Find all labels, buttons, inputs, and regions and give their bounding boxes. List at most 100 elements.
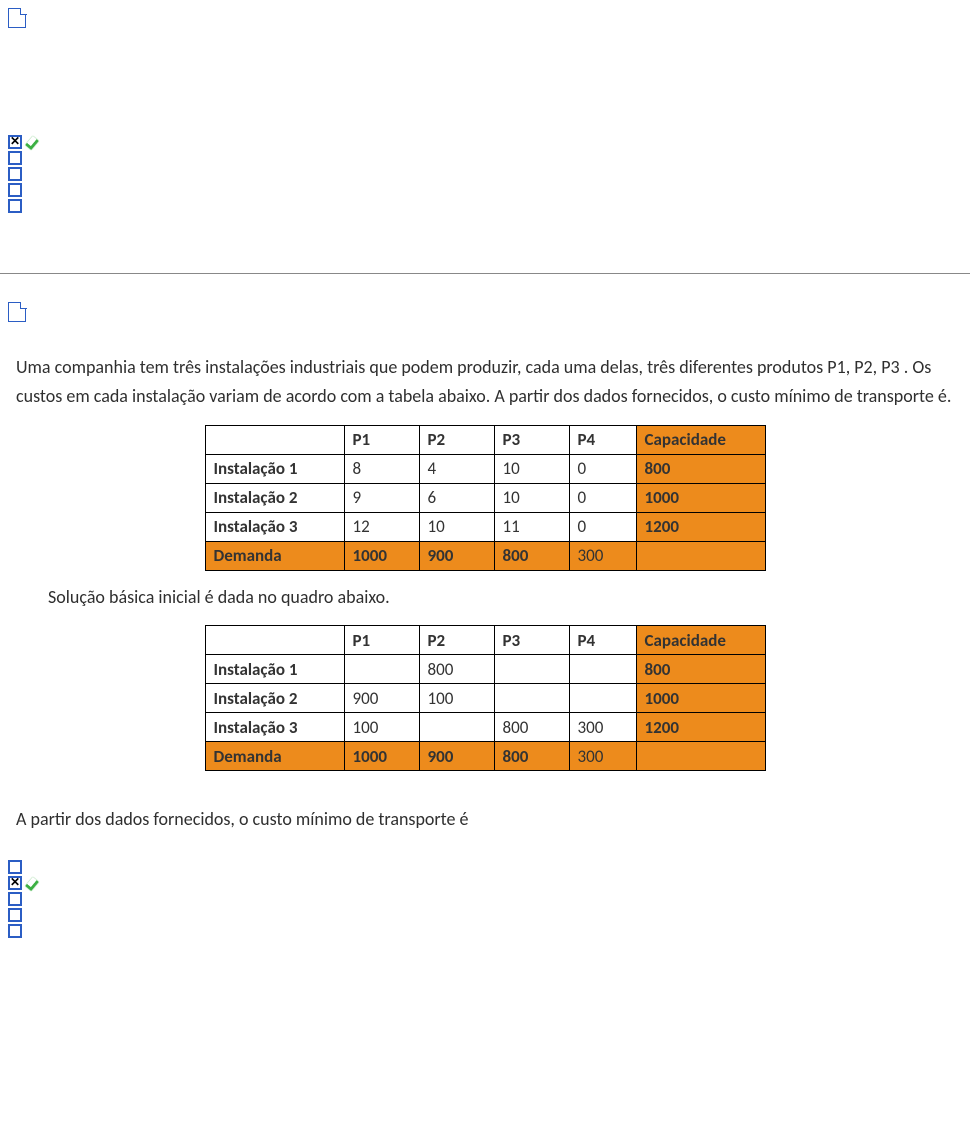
checkbox[interactable] xyxy=(8,892,22,906)
cell xyxy=(569,655,636,684)
cell xyxy=(494,655,569,684)
cell: 300 xyxy=(569,541,636,570)
cell: 4 xyxy=(419,454,494,483)
cell: 100 xyxy=(344,713,419,742)
cell xyxy=(419,713,494,742)
cell-capacity xyxy=(636,541,765,570)
option-row xyxy=(8,183,962,197)
option-row xyxy=(8,908,962,922)
option-row xyxy=(8,199,962,213)
table-row: Instalação 2900100 1000 xyxy=(205,684,765,713)
cell: 10 xyxy=(494,483,569,512)
cell: 100 xyxy=(419,684,494,713)
cell: 900 xyxy=(419,541,494,570)
cell: 10 xyxy=(494,454,569,483)
solution-table: P1P2P3P4CapacidadeInstalação 1800800Inst… xyxy=(205,625,766,771)
question-outro-text: A partir dos dados fornecidos, o custo m… xyxy=(16,805,954,834)
correct-check-icon xyxy=(26,878,40,888)
question-1-block: ✕ xyxy=(8,0,962,213)
demand-row: Demanda1000900800300 xyxy=(205,742,765,771)
th-capacity: Capacidade xyxy=(636,626,765,655)
checkbox[interactable]: ✕ xyxy=(8,876,22,890)
th-p1: P1 xyxy=(344,626,419,655)
cost-table: P1P2P3P4CapacidadeInstalação 184100800In… xyxy=(205,425,766,571)
row-label: Instalação 1 xyxy=(205,655,344,684)
cell: 800 xyxy=(494,541,569,570)
cell: 1000 xyxy=(344,742,419,771)
checkbox[interactable] xyxy=(8,860,22,874)
question-2-block: Uma companhia tem três instalações indus… xyxy=(8,294,962,938)
row-label: Instalação 3 xyxy=(205,512,344,541)
option-row xyxy=(8,860,962,874)
checkbox[interactable]: ✕ xyxy=(8,135,22,149)
cell: 9 xyxy=(344,483,419,512)
option-row: ✕ xyxy=(8,876,962,890)
th-p2: P2 xyxy=(419,425,494,454)
table-row: Instalação 1 800 800 xyxy=(205,655,765,684)
mid-text: Solução básica inicial é dada no quadro … xyxy=(48,583,954,612)
checkbox[interactable] xyxy=(8,167,22,181)
checkbox[interactable] xyxy=(8,199,22,213)
q2-options: ✕ xyxy=(8,860,962,938)
cell: 800 xyxy=(494,713,569,742)
cell-capacity: 1200 xyxy=(636,713,765,742)
question-intro-text: Uma companhia tem três instalações indus… xyxy=(16,353,954,411)
row-label: Demanda xyxy=(205,541,344,570)
row-label: Instalação 2 xyxy=(205,483,344,512)
checkbox[interactable] xyxy=(8,183,22,197)
checkbox[interactable] xyxy=(8,908,22,922)
th-p4: P4 xyxy=(569,626,636,655)
th-blank xyxy=(205,626,344,655)
table-row: Instalação 3100 8003001200 xyxy=(205,713,765,742)
option-row xyxy=(8,924,962,938)
cell: 900 xyxy=(344,684,419,713)
cell: 800 xyxy=(419,655,494,684)
cell: 0 xyxy=(569,483,636,512)
th-p3: P3 xyxy=(494,626,569,655)
cell-capacity: 1000 xyxy=(636,483,765,512)
option-row xyxy=(8,167,962,181)
checkbox[interactable] xyxy=(8,151,22,165)
row-label: Instalação 1 xyxy=(205,454,344,483)
checkbox[interactable] xyxy=(8,924,22,938)
cell: 8 xyxy=(344,454,419,483)
th-p3: P3 xyxy=(494,425,569,454)
cell-capacity: 800 xyxy=(636,454,765,483)
demand-row: Demanda1000900800300 xyxy=(205,541,765,570)
table-row: Instalação 184100800 xyxy=(205,454,765,483)
option-row xyxy=(8,151,962,165)
separator xyxy=(0,273,970,274)
row-label: Instalação 3 xyxy=(205,713,344,742)
cell-capacity xyxy=(636,742,765,771)
cell: 1000 xyxy=(344,541,419,570)
th-p1: P1 xyxy=(344,425,419,454)
cell-capacity: 800 xyxy=(636,655,765,684)
table-row: Instalação 312101101200 xyxy=(205,512,765,541)
cell xyxy=(494,684,569,713)
document-icon xyxy=(8,302,26,322)
table-row: Instalação 2961001000 xyxy=(205,483,765,512)
cell: 12 xyxy=(344,512,419,541)
row-label: Instalação 2 xyxy=(205,684,344,713)
cell: 6 xyxy=(419,483,494,512)
cell: 900 xyxy=(419,742,494,771)
cell-capacity: 1200 xyxy=(636,512,765,541)
cell: 0 xyxy=(569,454,636,483)
option-row: ✕ xyxy=(8,135,962,149)
option-row xyxy=(8,892,962,906)
th-blank xyxy=(205,425,344,454)
row-label: Demanda xyxy=(205,742,344,771)
cell xyxy=(344,655,419,684)
cell: 0 xyxy=(569,512,636,541)
cell-capacity: 1000 xyxy=(636,684,765,713)
correct-check-icon xyxy=(26,137,40,147)
cell xyxy=(569,684,636,713)
document-icon xyxy=(8,8,26,28)
cell: 800 xyxy=(494,742,569,771)
q1-options: ✕ xyxy=(8,135,962,213)
cell: 10 xyxy=(419,512,494,541)
cell: 300 xyxy=(569,713,636,742)
cell: 300 xyxy=(569,742,636,771)
th-p2: P2 xyxy=(419,626,494,655)
cell: 11 xyxy=(494,512,569,541)
